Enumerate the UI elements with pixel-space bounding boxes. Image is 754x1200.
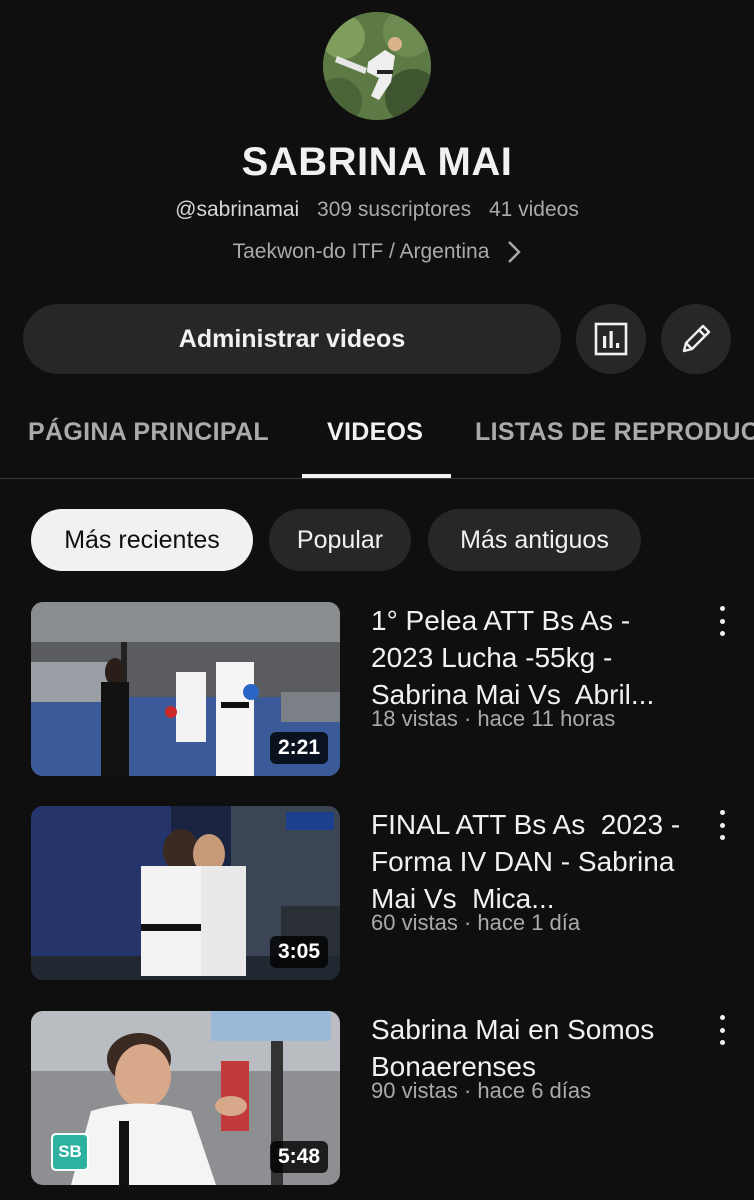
sb-logo-badge: SB [51,1133,89,1171]
video-item[interactable]: 2:21 1° Pelea ATT Bs As - 2023 Lucha -55… [0,602,754,778]
video-meta: 18 vistas · hace 11 horas [371,706,616,731]
channel-avatar[interactable] [323,12,431,120]
channel-handle: @sabrinamai [175,198,300,221]
more-options-icon[interactable] [708,1015,736,1045]
video-thumbnail[interactable]: SB 5:48 [31,1011,340,1185]
video-item[interactable]: 3:05 FINAL ATT Bs As 2023 - Forma IV DAN… [0,806,754,982]
video-age: hace 1 día [477,910,581,935]
video-title[interactable]: Sabrina Mai en Somos Bonaerenses [371,1011,691,1085]
avatar-image [323,12,431,120]
channel-page: SABRINA MAI @sabrinamai 309 suscriptores… [0,0,754,1200]
video-meta: 60 vistas · hace 1 día [371,910,581,935]
video-count: 41 videos [488,198,579,221]
subscriber-count: 309 suscriptores [317,198,472,221]
pencil-icon [682,324,711,353]
video-duration: 3:05 [269,936,328,968]
filter-chip-popular[interactable]: Popular [269,509,411,571]
video-views: 90 vistas [371,1078,458,1103]
channel-tabs: PÁGINA PRINCIPAL VIDEOS LISTAS DE REPROD… [0,400,754,479]
video-thumbnail[interactable]: 2:21 [31,602,340,776]
video-age: hace 6 días [477,1078,592,1103]
video-duration: 2:21 [269,732,328,764]
channel-meta: @sabrinamai 309 suscriptores 41 videos [0,198,754,222]
channel-description: Taekwon-do ITF / Argentina [232,240,490,263]
tab-playlists[interactable]: LISTAS DE REPRODUC [475,418,754,447]
video-views: 18 vistas [371,706,458,731]
filter-chip-oldest[interactable]: Más antiguos [428,509,641,571]
video-item[interactable]: SB 5:48 Sabrina Mai en Somos Bonaerenses… [0,1011,754,1187]
video-views: 60 vistas [371,910,458,935]
active-tab-indicator [302,474,451,478]
video-age: hace 11 horas [477,706,616,731]
more-options-icon[interactable] [708,810,736,840]
video-title[interactable]: FINAL ATT Bs As 2023 - Forma IV DAN - Sa… [371,806,691,917]
channel-description-link[interactable]: Taekwon-do ITF / Argentina [0,240,754,264]
manage-videos-button[interactable]: Administrar videos [23,304,561,374]
video-meta: 90 vistas · hace 6 días [371,1078,592,1103]
more-options-icon[interactable] [708,606,736,636]
filter-chip-recent[interactable]: Más recientes [31,509,253,571]
tab-home[interactable]: PÁGINA PRINCIPAL [28,418,269,447]
tab-videos[interactable]: VIDEOS [327,418,423,447]
bar-chart-icon [594,322,628,356]
video-thumbnail[interactable]: 3:05 [31,806,340,980]
video-title[interactable]: 1° Pelea ATT Bs As - 2023 Lucha -55kg - … [371,602,691,713]
channel-name: SABRINA MAI [241,140,513,184]
edit-channel-button[interactable] [661,304,731,374]
analytics-button[interactable] [576,304,646,374]
video-duration: 5:48 [269,1141,328,1173]
chevron-right-icon [508,241,522,263]
